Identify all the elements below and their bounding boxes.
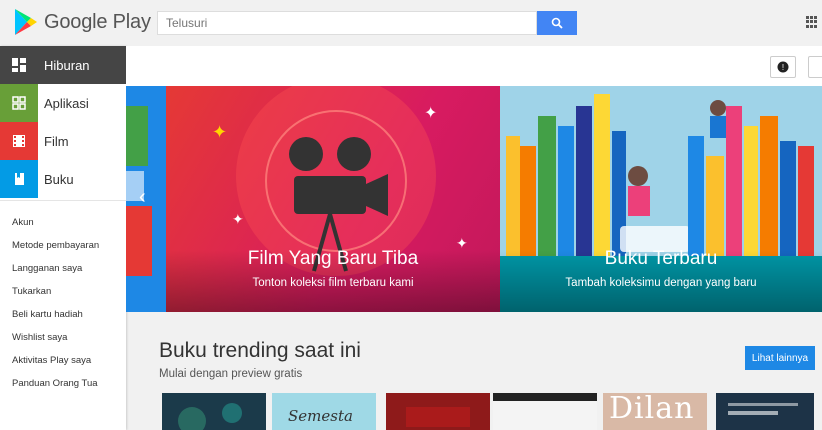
book-cover-icon <box>406 407 470 427</box>
banner-film-title: Film Yang Baru Tiba <box>247 248 419 269</box>
search-icon <box>551 17 563 29</box>
settings-button[interactable] <box>808 56 822 78</box>
see-more-button[interactable]: Lihat lainnya <box>745 346 815 370</box>
android-apps-icon <box>0 84 38 122</box>
svg-text:✦: ✦ <box>424 105 437 122</box>
book-card[interactable] <box>386 393 490 430</box>
sidebar-item-label: Hiburan <box>44 57 90 73</box>
banner-buku[interactable]: Buku Terbaru Tambah koleksimu dengan yan… <box>500 86 822 312</box>
sidebar-item-label: Buku <box>44 171 74 187</box>
banner-film-subtitle: Tonton koleksi film terbaru kami <box>252 277 414 289</box>
link-aktivitas-play-saya[interactable]: Aktivitas Play saya <box>0 349 126 372</box>
apps-grid-icon[interactable] <box>806 16 818 28</box>
sidebar-links: Akun Metode pembayaran Langganan saya Tu… <box>0 201 126 395</box>
book-card[interactable] <box>162 393 266 430</box>
sidebar-item-label: Film <box>44 133 69 149</box>
book-cover-title: Semesta <box>288 407 353 425</box>
play-logo-icon <box>15 9 37 35</box>
banner-film[interactable]: ✦ ✦ ✦ ✦ Film Yang Baru Tiba Tonton kolek… <box>166 86 500 312</box>
banner-buku-title: Buku Terbaru <box>604 248 718 269</box>
book-cover-icon <box>728 403 798 415</box>
book-icon <box>0 160 38 198</box>
help-icon: ! <box>777 61 789 73</box>
svg-text:✦: ✦ <box>232 211 244 227</box>
book-cover-title: Dilan <box>609 393 695 426</box>
link-panduan-orang-tua[interactable]: Panduan Orang Tua <box>0 372 126 395</box>
banner-buku-subtitle: Tambah koleksimu dengan yang baru <box>565 277 757 289</box>
book-card[interactable]: Dilan <box>603 393 707 430</box>
search-bar <box>157 11 577 35</box>
search-input[interactable] <box>157 11 537 35</box>
film-icon <box>0 122 38 160</box>
help-button[interactable]: ! <box>770 56 796 78</box>
top-bar: Google Play <box>0 0 822 46</box>
link-metode-pembayaran[interactable]: Metode pembayaran <box>0 234 126 257</box>
sidebar-item-hiburan[interactable]: Hiburan <box>0 46 126 84</box>
link-tukarkan[interactable]: Tukarkan <box>0 280 126 303</box>
book-cover-icon <box>178 403 242 430</box>
svg-text:!: ! <box>782 63 784 72</box>
link-langganan-saya[interactable]: Langganan saya <box>0 257 126 280</box>
books-illustration-icon <box>126 106 152 276</box>
carousel-prev-icon[interactable]: ‹ <box>139 186 146 209</box>
link-wishlist-saya[interactable]: Wishlist saya <box>0 326 126 349</box>
sidebar-item-film[interactable]: Film <box>0 122 126 160</box>
google-play-logo[interactable]: Google Play <box>14 8 151 36</box>
banner-previous[interactable] <box>126 86 166 312</box>
book-card[interactable] <box>716 393 814 430</box>
section-subtitle: Mulai dengan preview gratis <box>159 368 303 380</box>
sidebar-item-aplikasi[interactable]: Aplikasi <box>0 84 126 122</box>
sidebar: Hiburan Aplikasi Film Buku Akun Metode p… <box>0 46 126 430</box>
sidebar-item-label: Aplikasi <box>44 95 89 111</box>
book-card[interactable] <box>493 393 597 430</box>
link-beli-kartu-hadiah[interactable]: Beli kartu hadiah <box>0 303 126 326</box>
section-title: Buku trending saat ini <box>159 339 361 362</box>
search-button[interactable] <box>537 11 577 35</box>
link-akun[interactable]: Akun <box>0 211 126 234</box>
sidebar-item-buku[interactable]: Buku <box>0 160 126 198</box>
content-toolbar <box>126 46 822 86</box>
svg-text:✦: ✦ <box>212 122 227 142</box>
grid-apps-icon <box>0 46 38 84</box>
logo-text: Google Play <box>44 10 151 33</box>
book-card[interactable]: Semesta <box>272 393 376 430</box>
